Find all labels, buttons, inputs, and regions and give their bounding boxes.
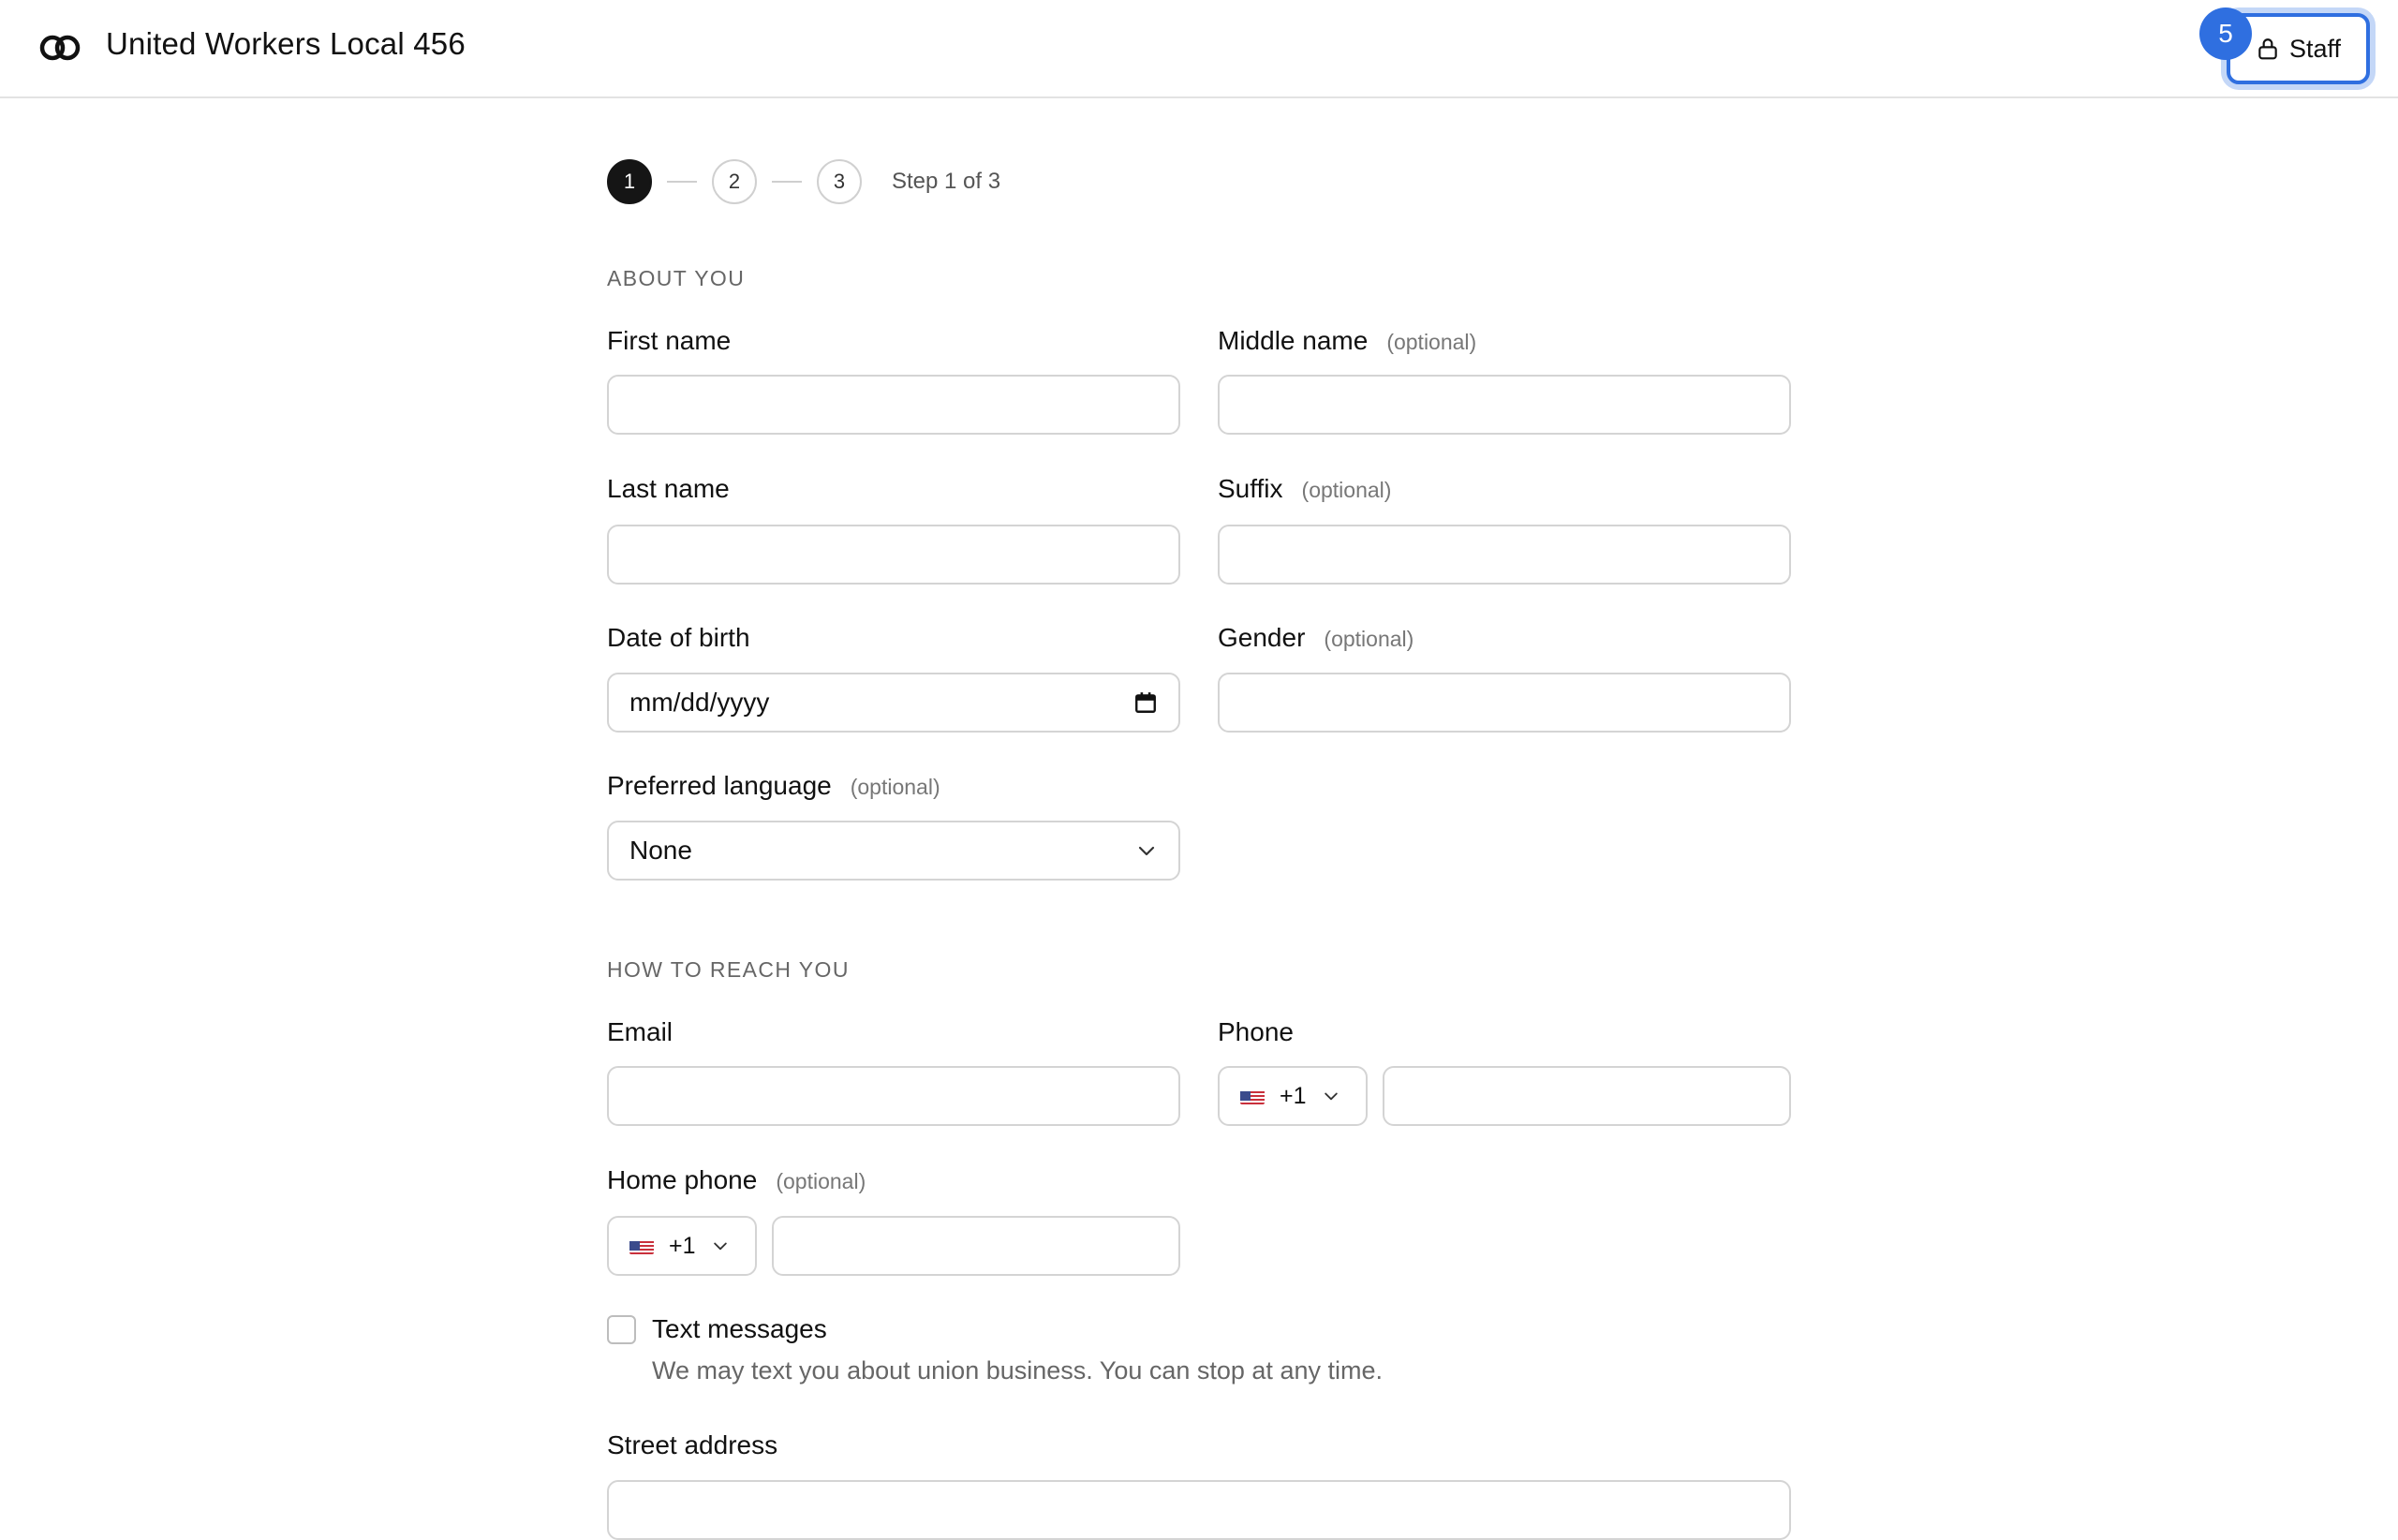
street-address-label: Street address xyxy=(607,1430,778,1459)
dob-label: Date of birth xyxy=(607,623,750,652)
middle-name-input[interactable] xyxy=(1218,375,1791,435)
first-name-label: First name xyxy=(607,326,732,355)
text-messages-help: We may text you about union business. Yo… xyxy=(652,1356,1383,1385)
gender-input[interactable] xyxy=(1218,673,1791,733)
suffix-label: Suffix (optional) xyxy=(1218,474,1392,503)
optional-tag: (optional) xyxy=(1301,478,1392,502)
step-connector xyxy=(667,181,697,183)
preferred-language-value: None xyxy=(629,836,692,865)
last-name-label: Last name xyxy=(607,474,730,503)
preferred-language-select[interactable]: None xyxy=(607,821,1180,881)
phone-country-select[interactable]: +1 xyxy=(1218,1066,1368,1126)
app-header: United Workers Local 456 Staff 5 xyxy=(0,0,2398,98)
dob-input[interactable]: mm/dd/yyyy xyxy=(607,673,1180,733)
org-name: United Workers Local 456 xyxy=(106,26,466,61)
text-messages-checkbox[interactable] xyxy=(607,1315,636,1344)
email-input[interactable] xyxy=(607,1066,1180,1126)
calendar-icon[interactable] xyxy=(1133,690,1158,715)
chevron-down-icon xyxy=(1324,1092,1338,1101)
chevron-down-icon xyxy=(1138,846,1155,856)
step-status-text: Step 1 of 3 xyxy=(892,169,1001,194)
lock-icon xyxy=(2258,38,2277,60)
gender-label: Gender (optional) xyxy=(1218,623,1414,652)
phone-label: Phone xyxy=(1218,1017,1294,1046)
optional-tag: (optional) xyxy=(1324,627,1414,651)
phone-country-code: +1 xyxy=(1280,1082,1307,1109)
home-phone-label: Home phone (optional) xyxy=(607,1165,866,1194)
optional-tag: (optional) xyxy=(1386,330,1477,354)
step-connector xyxy=(772,181,802,183)
text-messages-label[interactable]: Text messages xyxy=(652,1314,827,1344)
step-progress: 1 2 3 Step 1 of 3 xyxy=(607,159,1000,204)
union-logo-icon xyxy=(39,35,81,61)
first-name-input[interactable] xyxy=(607,375,1180,435)
us-flag-icon xyxy=(629,1237,654,1254)
suffix-input[interactable] xyxy=(1218,525,1791,585)
about-section-title: ABOUT YOU xyxy=(607,266,746,290)
chevron-down-icon xyxy=(713,1242,727,1251)
home-phone-country-select[interactable]: +1 xyxy=(607,1216,757,1276)
optional-tag: (optional) xyxy=(776,1169,866,1193)
step-2-indicator: 2 xyxy=(712,159,757,204)
dob-placeholder: mm/dd/yyyy xyxy=(629,688,770,717)
step-3-indicator: 3 xyxy=(817,159,862,204)
middle-name-label: Middle name (optional) xyxy=(1218,326,1477,355)
step-1-indicator: 1 xyxy=(607,159,652,204)
preferred-language-label: Preferred language (optional) xyxy=(607,771,940,800)
last-name-input[interactable] xyxy=(607,525,1180,585)
contact-section-title: HOW TO REACH YOU xyxy=(607,957,850,982)
home-phone-country-code: +1 xyxy=(669,1232,696,1259)
us-flag-icon xyxy=(1240,1088,1265,1104)
street-address-input[interactable] xyxy=(607,1480,1791,1540)
notification-badge: 5 xyxy=(2199,7,2252,60)
staff-button-label: Staff xyxy=(2288,34,2342,63)
home-phone-input[interactable] xyxy=(772,1216,1180,1276)
phone-input[interactable] xyxy=(1383,1066,1791,1126)
optional-tag: (optional) xyxy=(850,775,940,799)
email-label: Email xyxy=(607,1017,674,1046)
